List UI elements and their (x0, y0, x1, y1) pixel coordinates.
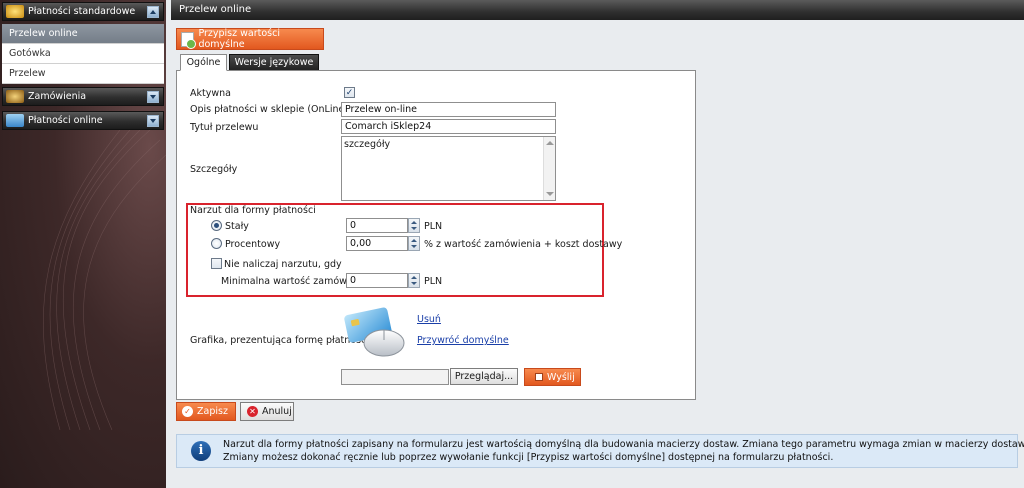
coins-icon (6, 5, 24, 18)
tab-general[interactable]: Ogólne (180, 54, 227, 71)
sidebar: Płatności standardowe Przelew online Got… (0, 0, 166, 488)
orders-icon (6, 90, 24, 103)
fixed-value-input[interactable] (346, 218, 408, 233)
decorative-swoosh (42, 130, 166, 430)
info-text-line2: Zmiany możesz dokonać ręcznie lub poprze… (223, 452, 834, 463)
sidebar-item-przelew-online[interactable]: Przelew online (2, 24, 164, 44)
card-icon (6, 114, 24, 127)
tab-language-versions[interactable]: Wersje językowe (229, 54, 319, 71)
percent-radio[interactable] (211, 238, 222, 249)
percent-value-input[interactable] (346, 236, 408, 251)
sidebar-section-orders[interactable]: Zamówienia (2, 87, 164, 106)
no-charge-checkbox[interactable] (211, 258, 222, 269)
min-order-unit: PLN (424, 276, 443, 287)
cancel-button[interactable]: ✕ Anuluj (240, 402, 294, 421)
remove-graphic-link[interactable]: Usuń (417, 314, 441, 325)
collapse-icon[interactable] (147, 5, 159, 18)
percent-value-stepper[interactable] (408, 236, 420, 251)
transfer-title-input[interactable] (341, 119, 556, 134)
fixed-value-stepper[interactable] (408, 218, 420, 233)
surcharge-legend: Narzut dla formy płatności (190, 205, 316, 216)
description-label: Opis płatności w sklepie (OnLine) (190, 104, 349, 115)
save-label: Zapisz (197, 406, 228, 417)
sidebar-section-online-payments[interactable]: Płatności online (2, 111, 164, 130)
send-label: Wyślij (547, 371, 575, 383)
restore-default-link[interactable]: Przywróć domyślne (417, 335, 509, 346)
send-button[interactable]: Wyślij (524, 368, 581, 386)
sidebar-section-label: Zamówienia (28, 91, 87, 102)
cancel-icon: ✕ (247, 406, 258, 417)
details-scrollbar[interactable] (543, 137, 555, 200)
upload-icon (535, 373, 543, 381)
details-text: szczegóły (344, 139, 391, 150)
info-icon: i (191, 441, 211, 461)
info-text-line1: Narzut dla formy płatności zapisany na f… (223, 439, 1024, 450)
sidebar-section-label: Płatności online (28, 115, 103, 126)
fixed-radio[interactable] (211, 220, 222, 231)
expand-icon[interactable] (147, 90, 159, 103)
details-textarea[interactable]: szczegóły (341, 136, 556, 201)
assign-defaults-button[interactable]: Przypisz wartości domyślne (176, 28, 324, 50)
sidebar-section-standard-payments[interactable]: Płatności standardowe (2, 2, 164, 21)
save-button[interactable]: ✓ Zapisz (176, 402, 236, 421)
sidebar-section-label: Płatności standardowe (28, 6, 136, 17)
fixed-unit: PLN (424, 221, 443, 232)
details-label: Szczegóły (190, 164, 238, 175)
page-title: Przelew online (171, 0, 1024, 20)
check-icon: ✓ (182, 406, 193, 417)
file-path-field[interactable] (341, 369, 449, 385)
browse-button[interactable]: Przeglądaj... (450, 368, 518, 385)
payment-card-mouse-icon (344, 307, 405, 357)
cancel-label: Anuluj (262, 406, 292, 417)
percent-unit: % z wartość zamówienia + koszt dostawy (424, 239, 623, 250)
document-check-icon (181, 31, 197, 49)
sidebar-item-przelew[interactable]: Przelew (2, 64, 164, 84)
active-checkbox[interactable]: ✓ (344, 87, 355, 98)
fixed-label: Stały (225, 221, 249, 232)
scroll-down-icon[interactable] (546, 192, 554, 196)
info-box: i Narzut dla formy płatności zapisany na… (176, 434, 1024, 468)
assign-defaults-label: Przypisz wartości domyślne (198, 28, 280, 50)
min-order-stepper[interactable] (408, 273, 420, 288)
sidebar-item-gotowka[interactable]: Gotówka (2, 44, 164, 64)
scroll-up-icon[interactable] (546, 141, 554, 145)
graphic-label: Grafika, prezentująca formę płatności (190, 335, 369, 346)
sidebar-submenu: Przelew online Gotówka Przelew (2, 24, 164, 84)
no-charge-label: Nie naliczaj narzutu, gdy (224, 259, 342, 270)
description-input[interactable] (341, 102, 556, 117)
active-label: Aktywna (190, 88, 231, 99)
min-order-input[interactable] (346, 273, 408, 288)
transfer-title-label: Tytuł przelewu (190, 122, 259, 133)
expand-icon[interactable] (147, 114, 159, 127)
percent-label: Procentowy (225, 239, 281, 250)
